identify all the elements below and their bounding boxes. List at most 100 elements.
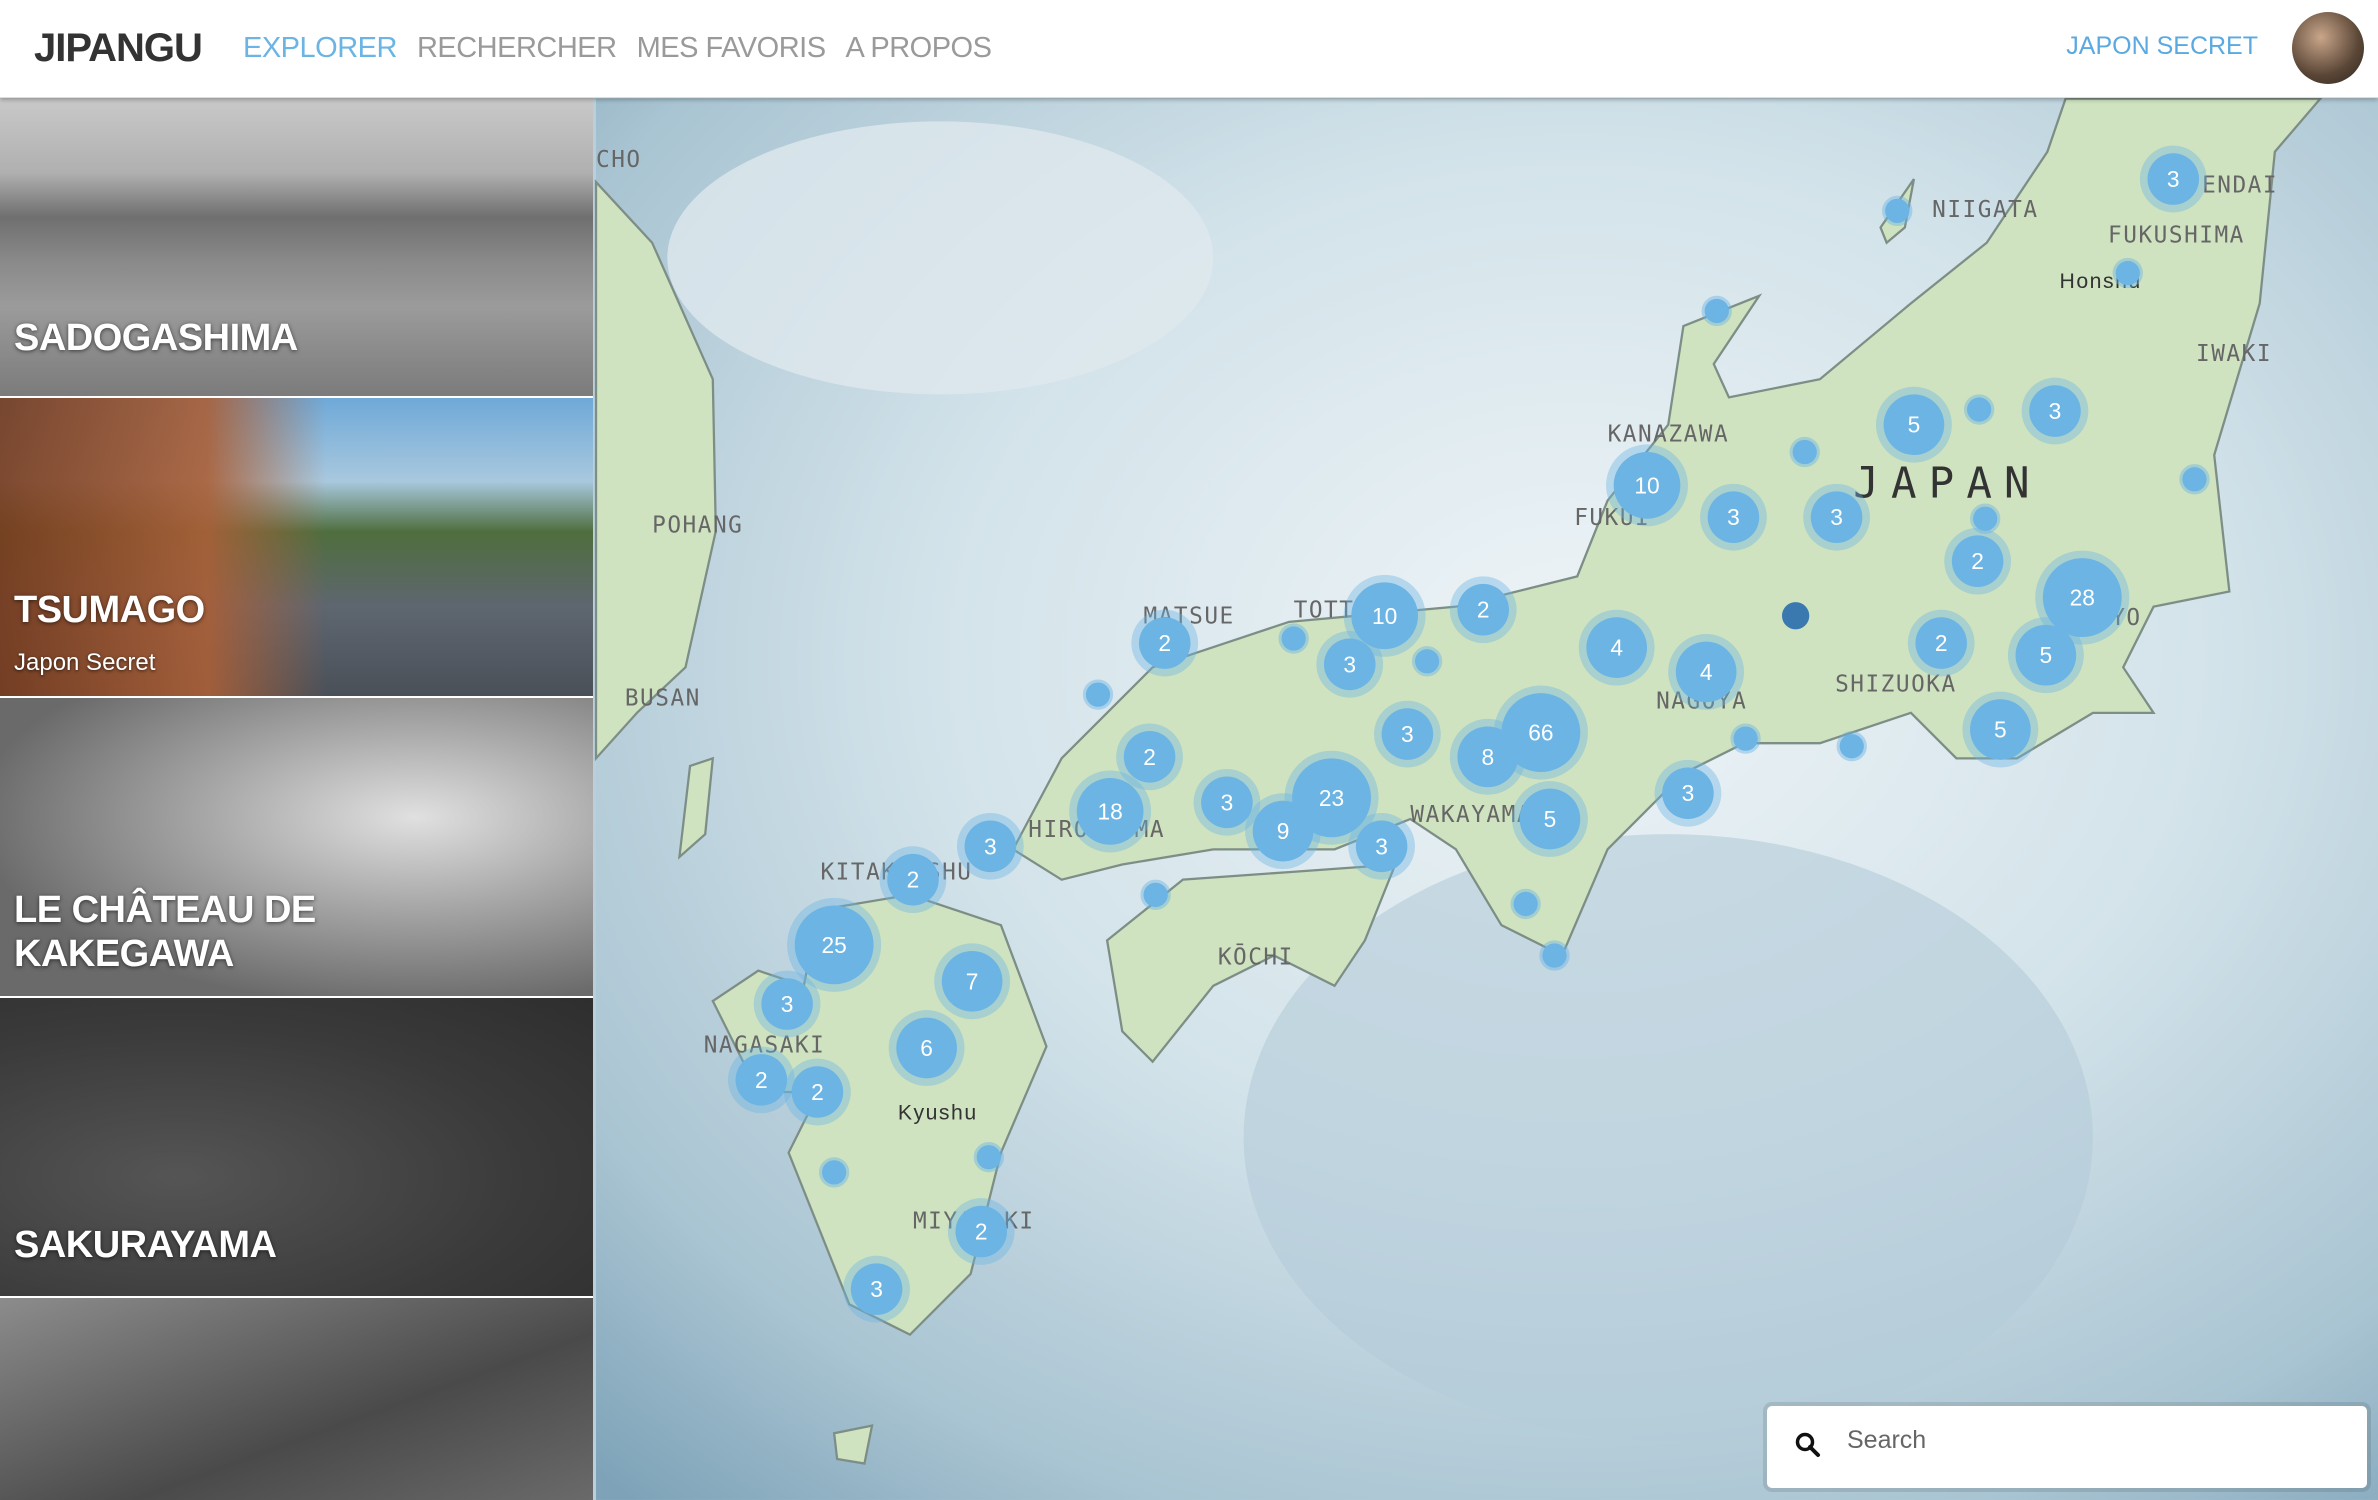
cluster-marker[interactable]: 2 — [1449, 576, 1517, 644]
search-input[interactable] — [1847, 1426, 2327, 1455]
place-title: TSUMAGO — [14, 589, 205, 631]
cluster-count: 25 — [821, 932, 846, 958]
place-marker[interactable] — [1082, 679, 1114, 710]
nav-explorer[interactable]: EXPLORER — [243, 32, 397, 65]
top-nav-bar: JIPANGU EXPLORER RECHERCHER MES FAVORIS … — [0, 0, 2378, 98]
cluster-marker[interactable]: 9 — [1245, 793, 1321, 870]
cluster-count: 3 — [1727, 504, 1740, 530]
map-label: BUSAN — [625, 685, 701, 711]
place-title: SADOGASHIMA — [14, 317, 298, 359]
cluster-marker[interactable]: 2 — [784, 1058, 851, 1126]
places-list[interactable]: SADOGASHIMA TSUMAGO Japon Secret LE CHÂT… — [0, 98, 593, 1500]
place-marker[interactable] — [1140, 879, 1171, 910]
cluster-marker[interactable]: 8 — [1449, 718, 1526, 795]
nav-rechercher[interactable]: RECHERCHER — [417, 32, 617, 65]
map-label: FUKUSHIMA — [2108, 223, 2245, 249]
place-marker[interactable] — [2112, 257, 2143, 289]
cluster-count: 3 — [870, 1276, 883, 1302]
cluster-marker[interactable]: 2 — [727, 1046, 795, 1114]
cluster-count: 9 — [1277, 818, 1290, 844]
cluster-count: 3 — [984, 833, 997, 859]
place-card-sadogashima[interactable]: SADOGASHIMA — [0, 98, 593, 398]
place-card-next[interactable] — [0, 1298, 593, 1500]
map-label: NIIGATA — [1932, 197, 2038, 223]
cluster-count: 3 — [2049, 398, 2062, 424]
cluster-marker[interactable]: 2 — [1131, 609, 1199, 677]
avatar[interactable] — [2292, 12, 2364, 84]
place-marker[interactable] — [1963, 394, 1995, 425]
place-marker[interactable] — [1510, 888, 1541, 920]
cluster-marker[interactable]: 5 — [1962, 691, 2039, 768]
place-marker[interactable] — [1970, 503, 2001, 534]
place-marker[interactable] — [2179, 464, 2210, 495]
cluster-marker[interactable]: 4 — [1668, 633, 1745, 710]
cluster-marker[interactable]: 2 — [1944, 527, 2011, 595]
cluster-count: 66 — [1528, 720, 1553, 746]
cluster-marker[interactable]: 3 — [753, 970, 821, 1038]
cluster-count: 28 — [2070, 585, 2095, 611]
user-brand-link[interactable]: JAPON SECRET — [2066, 32, 2258, 61]
place-card-kakegawa-castle[interactable]: LE CHÂTEAU DE KAKEGAWA — [0, 698, 593, 998]
place-marker[interactable] — [1882, 195, 1913, 227]
cluster-marker[interactable]: 4 — [1578, 609, 1655, 686]
map-label: Kyushu — [898, 1101, 978, 1124]
cluster-count: 2 — [755, 1067, 768, 1093]
cluster-count: 3 — [1343, 651, 1356, 677]
cluster-count: 3 — [2167, 166, 2180, 192]
place-marker[interactable] — [1836, 731, 1867, 762]
cluster-count: 3 — [781, 991, 794, 1017]
cluster-marker[interactable]: 3 — [1374, 700, 1441, 768]
cluster-count: 2 — [907, 867, 920, 893]
place-subtitle: Japon Secret — [14, 649, 156, 676]
cluster-marker[interactable]: 5 — [2007, 617, 2084, 694]
cluster-count: 2 — [975, 1219, 988, 1245]
cluster-marker[interactable]: 3 — [2139, 145, 2207, 213]
search-icon — [1795, 1432, 1820, 1457]
nav-mes-favoris[interactable]: MES FAVORIS — [637, 32, 826, 65]
cluster-count: 3 — [1375, 833, 1388, 859]
cluster-marker[interactable]: 10 — [1606, 444, 1688, 527]
cluster-marker[interactable]: 7 — [934, 943, 1011, 1020]
cluster-marker[interactable]: 3 — [2021, 377, 2089, 445]
cluster-marker[interactable]: 2 — [879, 846, 947, 914]
cluster-marker[interactable]: 6 — [888, 1010, 965, 1086]
cluster-count: 5 — [1908, 412, 1921, 438]
cluster-count: 3 — [1221, 789, 1234, 815]
place-marker[interactable] — [1730, 723, 1761, 754]
place-marker[interactable] — [1539, 940, 1570, 971]
nav-a-propos[interactable]: A PROPOS — [846, 32, 992, 65]
cluster-marker[interactable]: 3 — [1700, 483, 1767, 551]
cluster-count: 3 — [1830, 504, 1843, 530]
cluster-count: 5 — [1994, 717, 2007, 743]
selected-place-marker[interactable] — [1781, 602, 1810, 630]
cluster-marker[interactable]: 3 — [956, 812, 1024, 880]
cluster-count: 2 — [1935, 630, 1948, 656]
place-card-tsumago[interactable]: TSUMAGO Japon Secret — [0, 398, 593, 698]
cluster-marker[interactable]: 3 — [843, 1255, 910, 1323]
map-search-box[interactable] — [1767, 1406, 2367, 1488]
place-marker[interactable] — [1701, 295, 1732, 327]
place-marker[interactable] — [973, 1142, 1004, 1173]
cluster-marker[interactable]: 3 — [1803, 483, 1870, 551]
cluster-marker[interactable]: 3 — [1654, 759, 1722, 827]
cluster-count: 10 — [1634, 472, 1659, 498]
cluster-marker[interactable]: 3 — [1348, 812, 1415, 880]
cluster-marker[interactable]: 3 — [1316, 630, 1384, 698]
map-canvas[interactable]: CHONIIGATAENDAIFUKUSHIMAHonshuIWAKIKANAZ… — [593, 98, 2378, 1500]
cluster-marker[interactable]: 2 — [1907, 609, 1975, 677]
map-view[interactable]: CHO NIIGATA ENDAI FUKUSHIMA Honshu IWAKI KANAZ… — [593, 98, 2378, 1500]
cluster-count: 23 — [1319, 785, 1344, 811]
place-marker[interactable] — [818, 1157, 850, 1188]
cluster-marker[interactable]: 5 — [1876, 386, 1952, 463]
place-card-sakurayama[interactable]: SAKURAYAMA — [0, 998, 593, 1298]
place-marker[interactable] — [1411, 646, 1443, 677]
logo[interactable]: JIPANGU — [34, 26, 203, 71]
cluster-count: 8 — [1481, 744, 1494, 770]
cluster-count: 2 — [1477, 597, 1490, 623]
cluster-marker[interactable]: 18 — [1069, 770, 1152, 853]
cluster-marker[interactable]: 5 — [1512, 781, 1588, 857]
map-label: JAPAN — [1853, 459, 2041, 508]
cluster-marker[interactable]: 2 — [947, 1198, 1015, 1265]
place-marker[interactable] — [1789, 436, 1820, 468]
place-marker[interactable] — [1278, 623, 1309, 654]
